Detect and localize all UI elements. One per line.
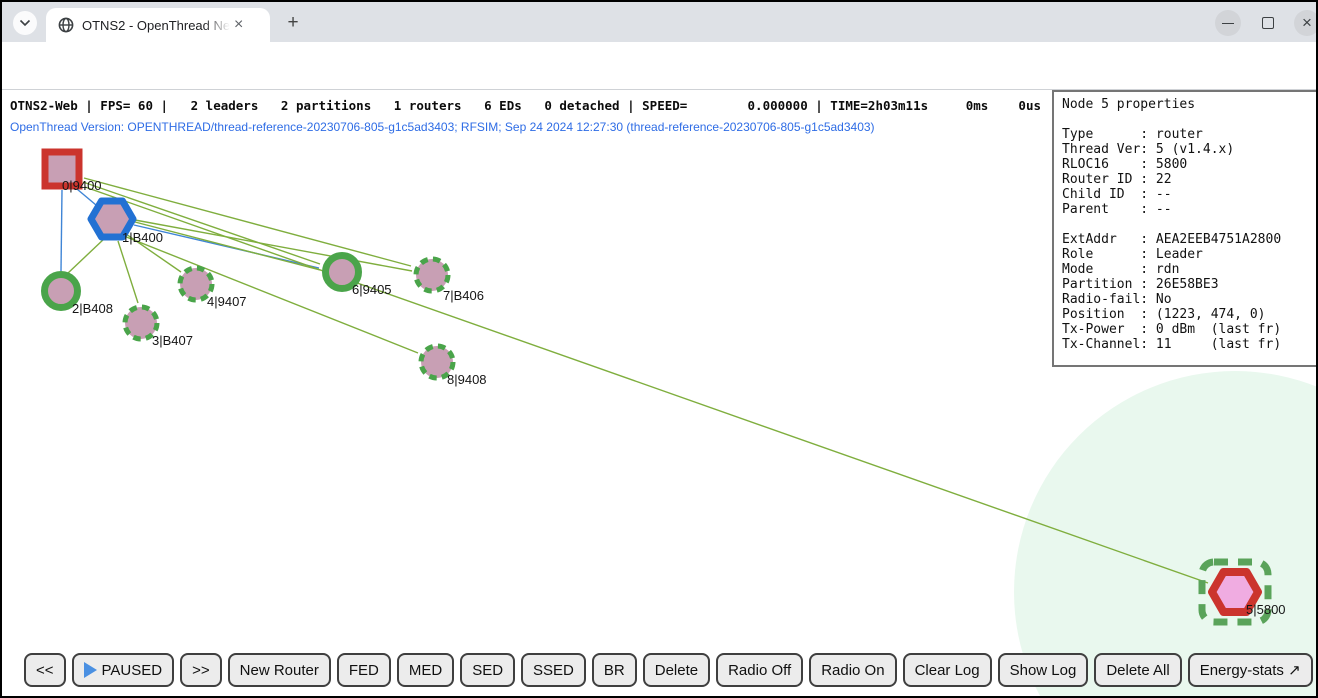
navigation-bar (2, 42, 1316, 90)
med-button[interactable]: MED (397, 653, 454, 687)
tab-strip: OTNS2 - OpenThread Ne × + × (2, 2, 1316, 42)
node-label: 4|9407 (207, 294, 247, 309)
node-label: 0|9400 (62, 178, 102, 193)
browser-window: 0|9400 1|B400 2|B408 3|B407 4|9407 6|9405 7|B4… (0, 0, 1318, 698)
link-1-3 (118, 241, 138, 303)
node-properties-panel: Node 5 properties Type : router Thread V… (1052, 90, 1318, 367)
panel-body: Type : router Thread Ver: 5 (v1.4.x) RLO… (1062, 112, 1310, 352)
radio-range-circle (1014, 371, 1318, 698)
node-label: 3|B407 (152, 333, 193, 348)
node-label: 2|B408 (72, 301, 113, 316)
ssed-button[interactable]: SSED (521, 653, 586, 687)
tab-title: OTNS2 - OpenThread Ne (82, 18, 230, 33)
close-button[interactable]: × (1294, 10, 1318, 36)
node-8[interactable]: 8|9408 (421, 346, 487, 387)
new-tab-button[interactable]: + (280, 10, 306, 36)
node-6[interactable]: 6|9405 (326, 256, 392, 298)
delete-all-button[interactable]: Delete All (1094, 653, 1181, 687)
speed-down-button[interactable]: << (24, 653, 66, 687)
maximize-icon (1262, 17, 1274, 29)
tab-close-icon[interactable]: × (234, 17, 243, 33)
node-label: 6|9405 (352, 282, 392, 297)
simulator-toolbar: << PAUSED >> New Router FED MED SED SSED… (2, 652, 1316, 688)
node-label: 7|B406 (443, 288, 484, 303)
node-label: 1|B400 (122, 230, 163, 245)
status-bar: OTNS2-Web | FPS= 60 | 2 leaders 2 partit… (10, 98, 1041, 113)
node-0[interactable]: 0|9400 (45, 152, 102, 193)
close-icon: × (1302, 13, 1312, 33)
sed-button[interactable]: SED (460, 653, 515, 687)
br-button[interactable]: BR (592, 653, 637, 687)
clear-log-button[interactable]: Clear Log (903, 653, 992, 687)
node-4[interactable]: 4|9407 (180, 268, 247, 309)
radio-on-button[interactable]: Radio On (809, 653, 896, 687)
radio-off-button[interactable]: Radio Off (716, 653, 803, 687)
delete-button[interactable]: Delete (643, 653, 710, 687)
fed-button[interactable]: FED (337, 653, 391, 687)
minimize-icon (1222, 23, 1234, 24)
tab-search-button[interactable] (13, 11, 37, 35)
globe-favicon-icon (58, 17, 74, 33)
minimize-button[interactable] (1215, 10, 1241, 36)
pause-resume-button[interactable]: PAUSED (72, 653, 175, 687)
panel-title: Node 5 properties (1062, 97, 1310, 112)
node-label: 8|9408 (447, 372, 487, 387)
link-1-7 (135, 220, 412, 271)
show-log-button[interactable]: Show Log (998, 653, 1089, 687)
link-0-2 (61, 190, 62, 271)
node-label: 5|5800 (1246, 602, 1286, 617)
node-2[interactable]: 2|B408 (45, 275, 113, 317)
new-router-button[interactable]: New Router (228, 653, 331, 687)
speed-up-button[interactable]: >> (180, 653, 222, 687)
pause-label: PAUSED (102, 662, 163, 679)
link-1-2 (67, 238, 105, 274)
maximize-button[interactable] (1255, 10, 1281, 36)
browser-tab[interactable]: OTNS2 - OpenThread Ne × (46, 8, 270, 42)
energy-stats-button[interactable]: Energy-stats ↗ (1188, 653, 1313, 687)
link-0-5 (85, 187, 1208, 583)
node-7[interactable]: 7|B406 (416, 259, 484, 303)
openthread-version-line: OpenThread Version: OPENTHREAD/thread-re… (10, 120, 875, 134)
play-icon (84, 662, 97, 678)
chevron-down-icon (19, 19, 31, 27)
node-3[interactable]: 3|B407 (125, 307, 193, 348)
node-shape-circle (416, 259, 448, 291)
